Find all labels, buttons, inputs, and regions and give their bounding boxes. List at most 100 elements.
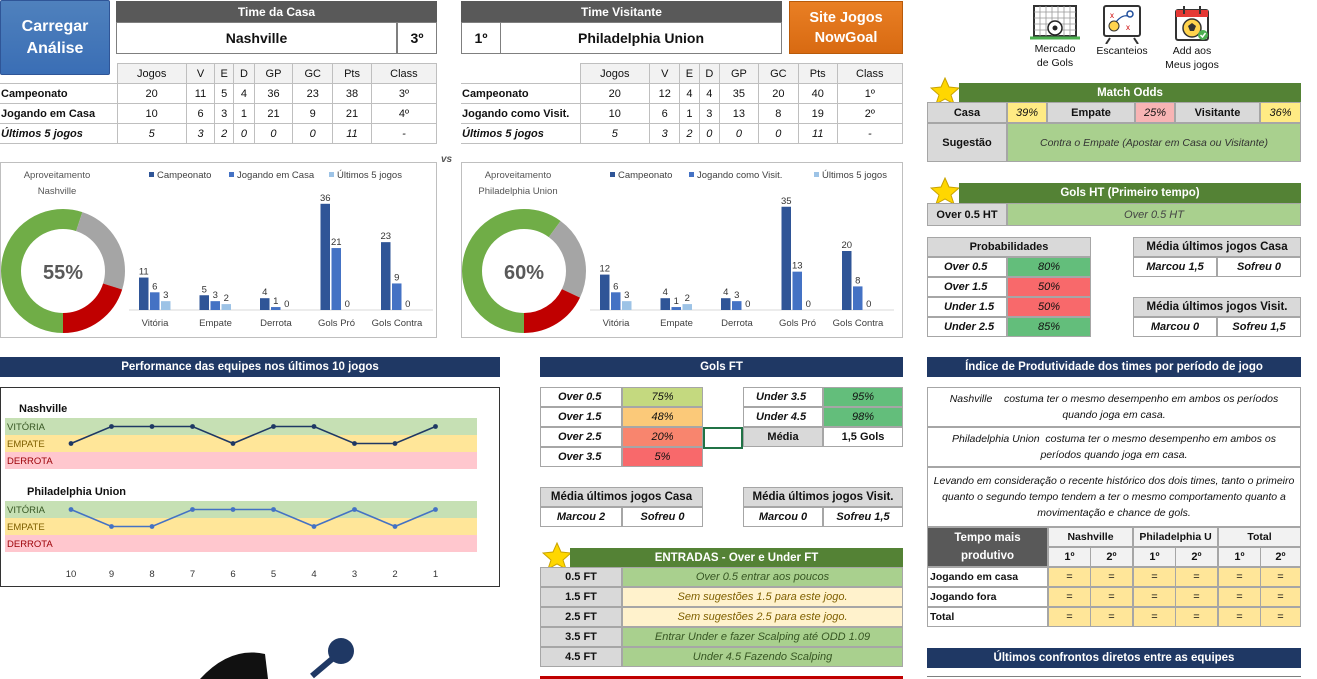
indice-half-header: 1º	[1133, 547, 1176, 567]
bar-value-label: 6	[613, 281, 618, 292]
stats-row: Últimos 5 jogos 5 3 2 0 0 0 11-	[461, 123, 904, 144]
tactics-board-icon: x x	[1103, 5, 1141, 44]
donut-value: 55%	[43, 262, 83, 284]
prob-label: Over 1.5	[927, 277, 1007, 297]
series-team-name: Nashville	[19, 403, 67, 415]
entradas-star-icon	[542, 542, 572, 570]
category-label: Empate	[199, 318, 232, 329]
nowgoal-site-button[interactable]: Site Jogos NowGoal	[789, 1, 903, 54]
stats-col-header: E	[679, 63, 700, 84]
away-team-name-box: Philadelphia Union	[500, 22, 782, 54]
stats-col-header: GP	[253, 63, 294, 84]
goals-market-label: Mercado de Gols	[1034, 43, 1076, 69]
stats-cell: 1	[679, 103, 700, 124]
stats-cell: 4	[233, 83, 255, 104]
result-point	[68, 507, 74, 512]
gols-ft-media-label: Média	[743, 427, 823, 447]
stats-cell: 10	[116, 103, 187, 124]
result-point	[352, 441, 357, 446]
chart-title: Aproveitamento	[485, 170, 552, 181]
media-casa-header: Média últimos jogos Casa	[1133, 237, 1301, 257]
stats-cell: 1º	[836, 83, 904, 104]
stats-col-header: Jogos	[116, 63, 187, 84]
indice-cell: =	[1133, 587, 1176, 607]
bar	[781, 206, 791, 310]
home-team-header: Time da Casa	[116, 1, 437, 22]
result-band	[5, 535, 477, 552]
band-label: VITÓRIA	[7, 505, 46, 516]
stats-row-label: Jogando em Casa	[0, 103, 118, 124]
bar	[210, 301, 220, 310]
stats-cell: 21	[332, 103, 372, 124]
gols-ft-value: 98%	[823, 407, 903, 427]
x-tick-label: 7	[190, 569, 195, 580]
bar	[199, 295, 209, 310]
entradas-header: ENTRADAS - Over e Under FT	[570, 548, 903, 567]
entrada-label: 1.5 FT	[540, 587, 622, 607]
gols-ht-value: Over 0.5 HT	[1007, 203, 1301, 226]
entrada-text: Over 0.5 entrar aos poucos	[622, 567, 903, 587]
legend-swatch	[149, 172, 154, 177]
result-point	[230, 441, 236, 446]
bar-value-label: 3	[734, 290, 739, 301]
stats-cell: 23	[292, 83, 334, 104]
away-team-position: 1º	[461, 22, 501, 54]
prob-value: 80%	[1007, 257, 1091, 277]
stats-col-header: Pts	[332, 63, 372, 84]
prob-label: Under 2.5	[927, 317, 1007, 337]
stats-row: Campeonato 20 12 4 4 35 20 40 1º	[461, 83, 904, 104]
indice-half-header: 1º	[1048, 547, 1091, 567]
stats-col-header: Class	[836, 63, 904, 84]
match-odds-star-icon	[930, 77, 960, 105]
gols-ft-label: Under 4.5	[743, 407, 823, 427]
bar-value-label: 0	[284, 299, 289, 310]
stats-cell: 20	[116, 83, 187, 104]
stats-col-header: Pts	[797, 63, 838, 84]
bar-value-label: 4	[262, 287, 267, 298]
stats-cell: 35	[719, 83, 759, 104]
stats-col-header: V	[649, 63, 681, 84]
entrada-label: 2.5 FT	[540, 607, 622, 627]
match-odds-header: Match Odds	[959, 83, 1301, 102]
bar-value-label: 1	[273, 296, 278, 307]
bar	[792, 271, 802, 310]
add-to-my-games-button[interactable]: Add aos Meus jogos	[1160, 4, 1224, 74]
stats-row-label: Campeonato	[461, 83, 581, 104]
corners-button[interactable]: x x Escanteios	[1092, 4, 1152, 64]
bar-value-label: 2	[224, 293, 229, 304]
bar-value-label: 0	[806, 299, 811, 310]
bar-value-label: 4	[663, 287, 668, 298]
vs-label: vs	[441, 154, 453, 165]
indice-half-header: 2º	[1260, 547, 1301, 567]
legend-swatch	[610, 172, 615, 177]
sugestao-label: Sugestão	[927, 123, 1007, 162]
indice-cell: =	[1175, 607, 1218, 627]
bar-value-label: 0	[866, 299, 871, 310]
category-label: Gols Pró	[779, 318, 816, 329]
legend-label: Últimos 5 jogos	[337, 170, 402, 181]
indice-cell: =	[1090, 567, 1133, 587]
indice-half-header: 2º	[1175, 547, 1218, 567]
x-tick-label: 1	[433, 569, 438, 580]
entrada-text: Sem sugestões 1.5 para este jogo.	[622, 587, 903, 607]
entrada-text: Sem sugestões 2.5 para este jogo.	[622, 607, 903, 627]
media-casa-mid-header: Média últimos jogos Casa	[540, 487, 703, 507]
indice-half-header: 2º	[1090, 547, 1133, 567]
svg-text:x: x	[1126, 23, 1130, 32]
last10-chart: Nashville VITÓRIA EMPATE DERROTA Philadelphi…	[0, 387, 500, 587]
stats-cell: 19	[797, 103, 838, 124]
home-stats-table: Jogos V E D GP GC Pts Class Campeonato 20 11 5 4 36 23…	[0, 63, 438, 144]
series-team-name: Philadelphia Union	[27, 486, 126, 498]
stats-cell: 6	[649, 103, 681, 124]
category-label: Derrota	[260, 318, 292, 329]
indice-cell: =	[1133, 607, 1176, 627]
result-point	[68, 441, 74, 446]
goals-market-button[interactable]: Mercado de Gols	[1022, 4, 1088, 70]
result-point	[433, 507, 438, 512]
bar-value-label: 5	[202, 284, 207, 295]
media-casa-sofreu: Sofreu 0	[1217, 257, 1301, 277]
stats-cell: 9	[292, 103, 334, 124]
selected-cell[interactable]	[703, 427, 743, 449]
stats-cell: 36	[253, 83, 294, 104]
stats-cell: 8	[757, 103, 799, 124]
